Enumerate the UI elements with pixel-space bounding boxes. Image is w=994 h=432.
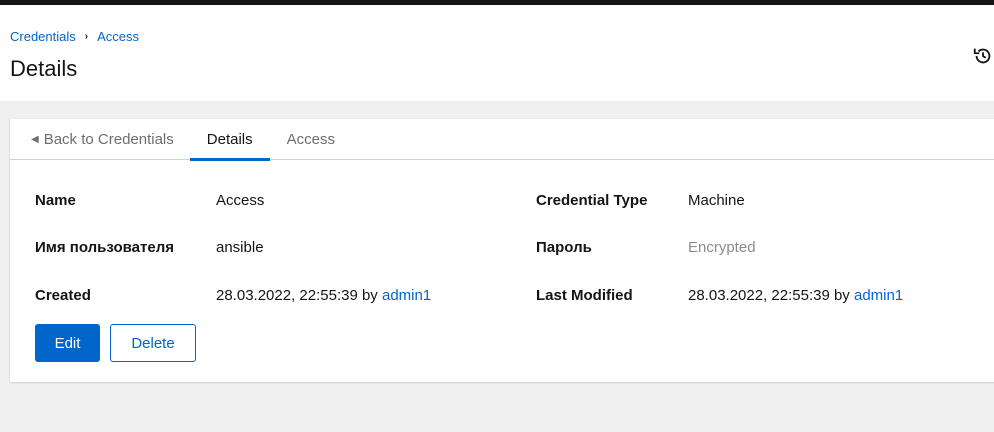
username-label: Имя пользователя bbox=[35, 239, 174, 256]
tab-access[interactable]: Access bbox=[270, 119, 352, 160]
tab-back-label: Back to Credentials bbox=[43, 131, 174, 148]
tab-details-label: Details bbox=[206, 131, 253, 148]
created-value: 28.03.2022, 22:55:39 by admin1 bbox=[216, 287, 431, 304]
name-value: Access bbox=[216, 192, 265, 209]
tab-bar: ◀ Back to Credentials Details Access bbox=[10, 119, 994, 161]
tab-details[interactable]: Details bbox=[189, 119, 270, 161]
last-modified-value: 28.03.2022, 22:55:39 by admin1 bbox=[688, 287, 903, 304]
tab-back-to-credentials[interactable]: ◀ Back to Credentials bbox=[10, 119, 190, 160]
breadcrumb-credentials-link[interactable]: Credentials bbox=[10, 29, 76, 44]
details-card: ◀ Back to Credentials Details Access Nam… bbox=[10, 119, 994, 382]
delete-button[interactable]: Delete bbox=[110, 324, 196, 362]
created-by-word: by bbox=[361, 287, 378, 304]
caret-left-icon: ◀ bbox=[31, 134, 39, 145]
modified-date: 28.03.2022, 22:55:39 bbox=[688, 287, 830, 304]
page-header: Credentials › Access Details bbox=[0, 5, 994, 101]
page-title: Details bbox=[10, 56, 78, 81]
name-label: Name bbox=[35, 192, 76, 209]
breadcrumb: Credentials › Access bbox=[10, 29, 139, 44]
credential-type-label: Credential Type bbox=[536, 192, 648, 209]
modified-by-word: by bbox=[833, 287, 850, 304]
breadcrumb-separator: › bbox=[84, 31, 89, 42]
tab-access-label: Access bbox=[286, 131, 335, 148]
history-icon[interactable] bbox=[972, 45, 994, 67]
password-value: Encrypted bbox=[688, 239, 756, 256]
created-label: Created bbox=[35, 287, 91, 304]
modified-user-link[interactable]: admin1 bbox=[854, 287, 903, 304]
credential-type-value: Machine bbox=[688, 192, 745, 209]
username-value: ansible bbox=[216, 239, 264, 256]
edit-button[interactable]: Edit bbox=[35, 324, 100, 362]
breadcrumb-access-link[interactable]: Access bbox=[97, 29, 139, 44]
password-label: Пароль bbox=[536, 239, 592, 256]
created-date: 28.03.2022, 22:55:39 bbox=[216, 287, 358, 304]
last-modified-label: Last Modified bbox=[536, 287, 633, 304]
created-user-link[interactable]: admin1 bbox=[382, 287, 431, 304]
